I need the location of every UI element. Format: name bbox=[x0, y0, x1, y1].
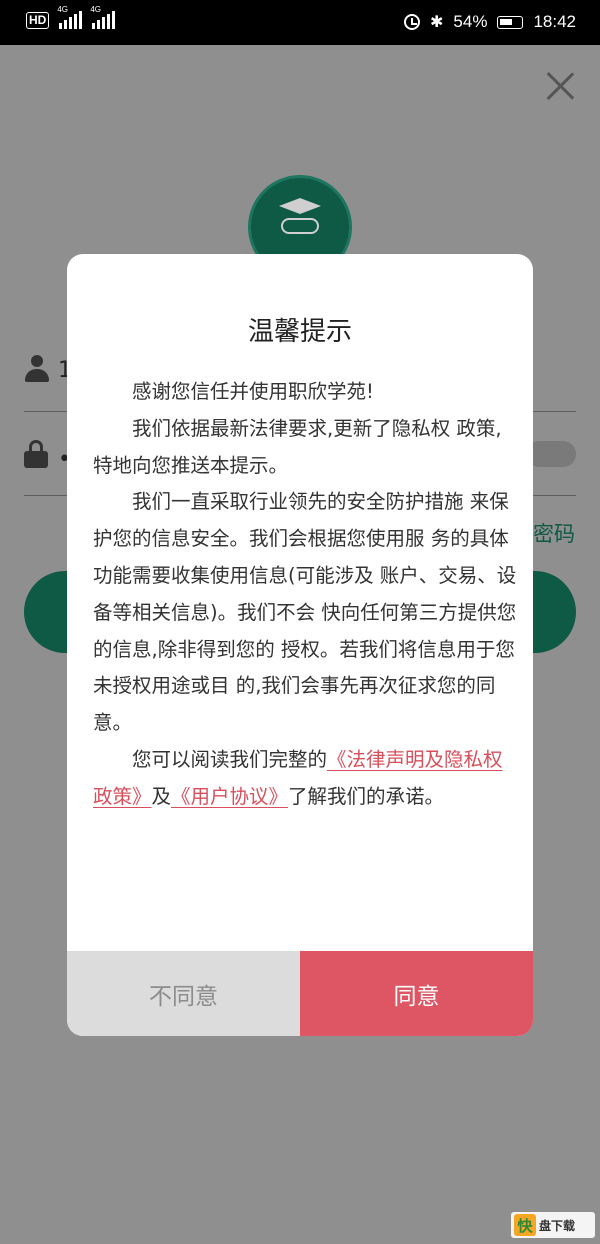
dialog-body: 感谢您信任并使用职欣学苑! 我们依据最新法律要求,更新了隐私权 政策,特地向您推… bbox=[93, 374, 519, 816]
signal-icon-2: 4G bbox=[90, 5, 116, 29]
signal-icon: 4G bbox=[57, 5, 83, 29]
password-visibility-toggle[interactable] bbox=[526, 441, 576, 467]
status-left: HD 4G 4G bbox=[26, 5, 116, 29]
dialog-paragraph-4: 您可以阅读我们完整的《法律声明及隐私权政策》及《用户协议》了解我们的承诺。 bbox=[93, 742, 519, 816]
disagree-button[interactable]: 不同意 bbox=[67, 951, 300, 1036]
status-bar: HD 4G 4G ✱ 54% 18:42 bbox=[0, 0, 600, 45]
network-type: 4G bbox=[57, 5, 69, 14]
close-icon[interactable] bbox=[544, 70, 576, 102]
user-agreement-link[interactable]: 《用户协议》 bbox=[171, 785, 288, 808]
graduation-cap-icon bbox=[279, 198, 321, 214]
site-watermark: 快 盘下载 bbox=[511, 1212, 595, 1238]
paragraph-4-prefix: 您可以阅读我们完整的 bbox=[132, 747, 328, 771]
battery-icon bbox=[497, 15, 524, 29]
privacy-dialog: 温馨提示 感谢您信任并使用职欣学苑! 我们依据最新法律要求,更新了隐私权 政策,… bbox=[67, 254, 533, 1036]
dialog-paragraph-1: 感谢您信任并使用职欣学苑! bbox=[132, 380, 374, 403]
watermark-logo: 快 bbox=[514, 1214, 536, 1236]
forgot-password-link[interactable]: 密码 bbox=[533, 518, 575, 548]
glasses-icon bbox=[281, 218, 319, 234]
paragraph-4-suffix: 了解我们的承诺。 bbox=[288, 784, 445, 808]
user-icon bbox=[24, 355, 50, 383]
bluetooth-icon: ✱ bbox=[430, 14, 444, 31]
network-type-2: 4G bbox=[90, 5, 102, 14]
dialog-paragraph-3: 我们一直采取行业领先的安全防护措施 来保护您的信息安全。我们会根据您使用服 务的… bbox=[93, 490, 517, 735]
clock-time: 18:42 bbox=[533, 12, 576, 31]
battery-percent: 54% bbox=[453, 12, 488, 31]
dialog-title: 温馨提示 bbox=[247, 317, 352, 347]
lock-icon bbox=[24, 440, 48, 468]
dialog-paragraph-2: 我们依据最新法律要求,更新了隐私权 政策,特地向您推送本提示。 bbox=[93, 416, 502, 477]
hd-badge: HD bbox=[26, 11, 50, 29]
watermark-text: 盘下载 bbox=[539, 1218, 576, 1233]
alarm-icon bbox=[404, 14, 421, 30]
agree-button[interactable]: 同意 bbox=[300, 951, 533, 1036]
paragraph-4-and: 及 bbox=[151, 784, 172, 808]
status-right: ✱ 54% 18:42 bbox=[404, 12, 576, 32]
